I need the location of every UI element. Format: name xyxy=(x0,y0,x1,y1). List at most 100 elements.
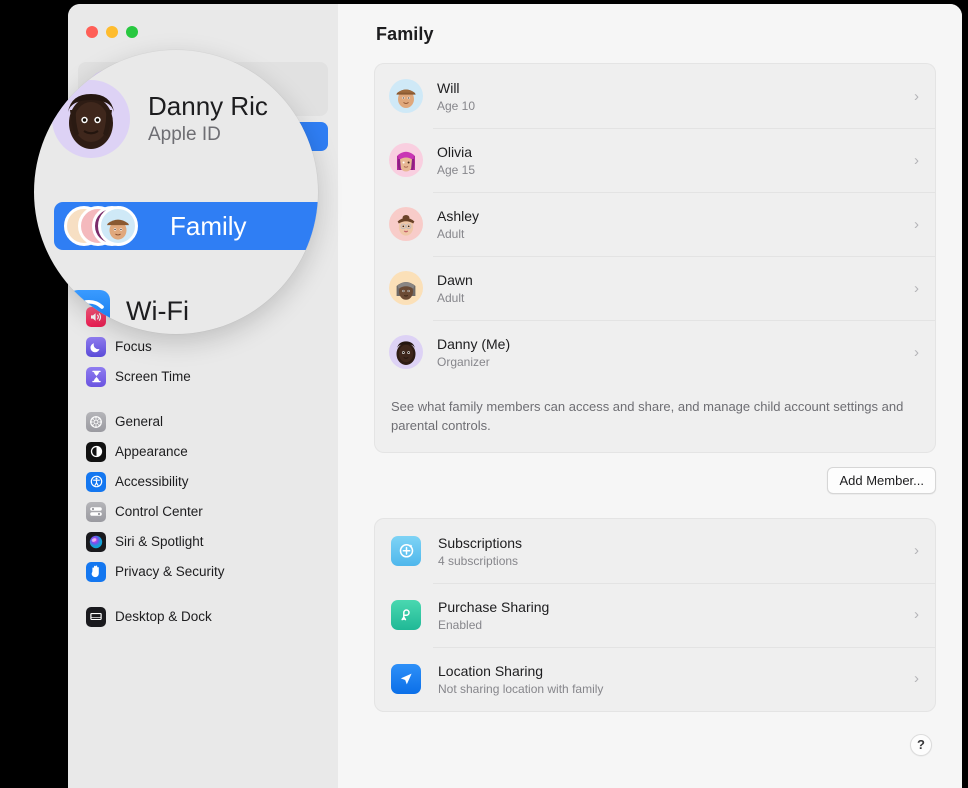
member-name: Dawn xyxy=(437,271,473,288)
sidebar-item-label: Siri & Spotlight xyxy=(115,534,204,549)
location-sharing-icon xyxy=(391,663,421,694)
sidebar-divider xyxy=(68,587,338,601)
magnified-apple-id[interactable]: Danny Ric Apple ID xyxy=(52,80,268,158)
chevron-right-icon: › xyxy=(914,670,919,688)
service-row-subscriptions[interactable]: Subscriptions 4 subscriptions › xyxy=(375,519,935,583)
service-text: Subscriptions 4 subscriptions xyxy=(438,534,904,568)
minimize-button[interactable] xyxy=(106,26,118,38)
privacy-hand-icon xyxy=(86,561,106,582)
member-text: Ashley Adult xyxy=(437,207,904,241)
member-name: Ashley xyxy=(437,207,480,224)
chevron-right-icon: › xyxy=(914,606,919,624)
member-role: Organizer xyxy=(437,355,490,370)
member-text: Will Age 10 xyxy=(437,79,904,113)
member-name: Olivia xyxy=(437,143,473,160)
avatar xyxy=(389,271,423,305)
desktop-dock-icon xyxy=(86,606,106,627)
accessibility-person-icon xyxy=(86,471,106,492)
window-traffic-lights xyxy=(86,26,138,38)
screen: Danny Ric Apple ID Family xyxy=(0,0,968,788)
service-name: Subscriptions xyxy=(438,534,523,551)
sidebar-item-label: Desktop & Dock xyxy=(115,609,212,624)
account-subtitle: Apple ID xyxy=(148,124,221,146)
sidebar-item-label: Accessibility xyxy=(115,474,189,489)
member-name: Danny (Me) xyxy=(437,335,511,352)
sidebar-item-privacy-and-security[interactable]: Privacy & Security xyxy=(78,557,328,586)
avatar xyxy=(389,335,423,369)
sidebar-item-label: Wi-Fi xyxy=(126,295,189,326)
zoom-button[interactable] xyxy=(126,26,138,38)
family-note: See what family members can access and s… xyxy=(391,399,904,433)
service-row-purchase-sharing[interactable]: Purchase Sharing Enabled › xyxy=(375,582,935,647)
avatar xyxy=(389,143,423,177)
sidebar-item-desktop-and-dock[interactable]: Desktop & Dock xyxy=(78,602,328,631)
help-button[interactable]: ? xyxy=(910,733,932,756)
service-name: Purchase Sharing xyxy=(438,598,550,615)
subscriptions-icon xyxy=(391,535,421,566)
service-name: Location Sharing xyxy=(438,662,544,679)
avatar xyxy=(389,79,423,113)
sidebar-item-label: Family xyxy=(170,210,247,241)
sidebar-item-label: General xyxy=(115,414,164,429)
service-status: 4 subscriptions xyxy=(438,553,519,568)
sidebar-item-label: Privacy & Security xyxy=(115,564,225,579)
sidebar-item-label: Focus xyxy=(115,339,152,354)
sidebar-item-siri-and-spotlight[interactable]: Siri & Spotlight xyxy=(78,527,328,556)
sidebar-item-label: Control Center xyxy=(115,504,203,519)
screen-time-hourglass-icon xyxy=(86,366,106,387)
main-content: Family Will Age 10 › Olivia Age 15 › Ash… xyxy=(338,4,962,788)
general-gear-icon xyxy=(86,411,106,432)
family-member-row[interactable]: Will Age 10 › xyxy=(375,64,935,128)
avatar xyxy=(52,80,130,158)
service-text: Purchase Sharing Enabled xyxy=(438,598,904,632)
member-text: Olivia Age 15 xyxy=(437,143,904,177)
appearance-contrast-icon xyxy=(86,441,106,462)
family-member-row[interactable]: Danny (Me) Organizer › xyxy=(375,320,935,384)
family-note-container: See what family members can access and s… xyxy=(374,384,936,453)
sidebar-item-label: Appearance xyxy=(115,444,188,459)
member-text: Dawn Adult xyxy=(437,271,904,305)
service-status: Not sharing location with family xyxy=(438,681,604,696)
magnifier-bubble: Danny Ric Apple ID Family Wi-Fi xyxy=(34,50,318,334)
sidebar-item-control-center[interactable]: Control Center xyxy=(78,497,328,526)
magnifier-content: Danny Ric Apple ID Family Wi-Fi xyxy=(34,50,318,334)
add-member-button[interactable]: Add Member... xyxy=(827,466,936,494)
sidebar-item-general[interactable]: General xyxy=(78,407,328,436)
account-name: Danny Ric xyxy=(148,90,268,121)
magnified-sidebar-item-family[interactable]: Family xyxy=(54,202,318,250)
member-role: Adult xyxy=(437,227,465,242)
control-center-sliders-icon xyxy=(86,501,106,522)
sidebar-item-focus[interactable]: Focus xyxy=(78,332,328,361)
add-member-bar: Add Member... xyxy=(374,466,936,494)
help-bar: ? xyxy=(338,733,932,756)
sidebar-item-label: Screen Time xyxy=(115,369,191,384)
magnified-sidebar-item-wi-fi[interactable]: Wi-Fi xyxy=(68,290,189,332)
magnified-apple-id-text: Danny Ric Apple ID xyxy=(148,90,268,147)
family-member-row[interactable]: Ashley Adult › xyxy=(375,192,935,256)
page-title: Family xyxy=(376,24,434,44)
member-text: Danny (Me) Organizer xyxy=(437,335,904,369)
chevron-right-icon: › xyxy=(914,215,919,233)
member-role: Adult xyxy=(437,291,465,306)
close-button[interactable] xyxy=(86,26,98,38)
chevron-right-icon: › xyxy=(914,87,919,105)
chevron-right-icon: › xyxy=(914,151,919,169)
chevron-right-icon: › xyxy=(914,279,919,297)
family-services-card: Subscriptions 4 subscriptions › Purchase… xyxy=(374,517,936,712)
family-avatars-icon xyxy=(64,204,154,248)
avatar xyxy=(389,207,423,241)
family-member-row[interactable]: Olivia Age 15 › xyxy=(375,128,935,192)
sidebar-divider xyxy=(68,392,338,406)
sidebar-item-appearance[interactable]: Appearance xyxy=(78,437,328,466)
family-member-row[interactable]: Dawn Adult › xyxy=(375,256,935,320)
sidebar-item-accessibility[interactable]: Accessibility xyxy=(78,467,328,496)
focus-moon-icon xyxy=(86,336,106,357)
member-name: Will xyxy=(437,79,460,96)
service-row-location-sharing[interactable]: Location Sharing Not sharing location wi… xyxy=(375,646,935,711)
member-role: Age 10 xyxy=(437,99,476,114)
service-status: Enabled xyxy=(438,617,483,632)
purchase-sharing-icon xyxy=(391,599,421,630)
chevron-right-icon: › xyxy=(914,343,919,361)
sidebar-item-screen-time[interactable]: Screen Time xyxy=(78,362,328,391)
member-role: Age 15 xyxy=(437,163,476,178)
